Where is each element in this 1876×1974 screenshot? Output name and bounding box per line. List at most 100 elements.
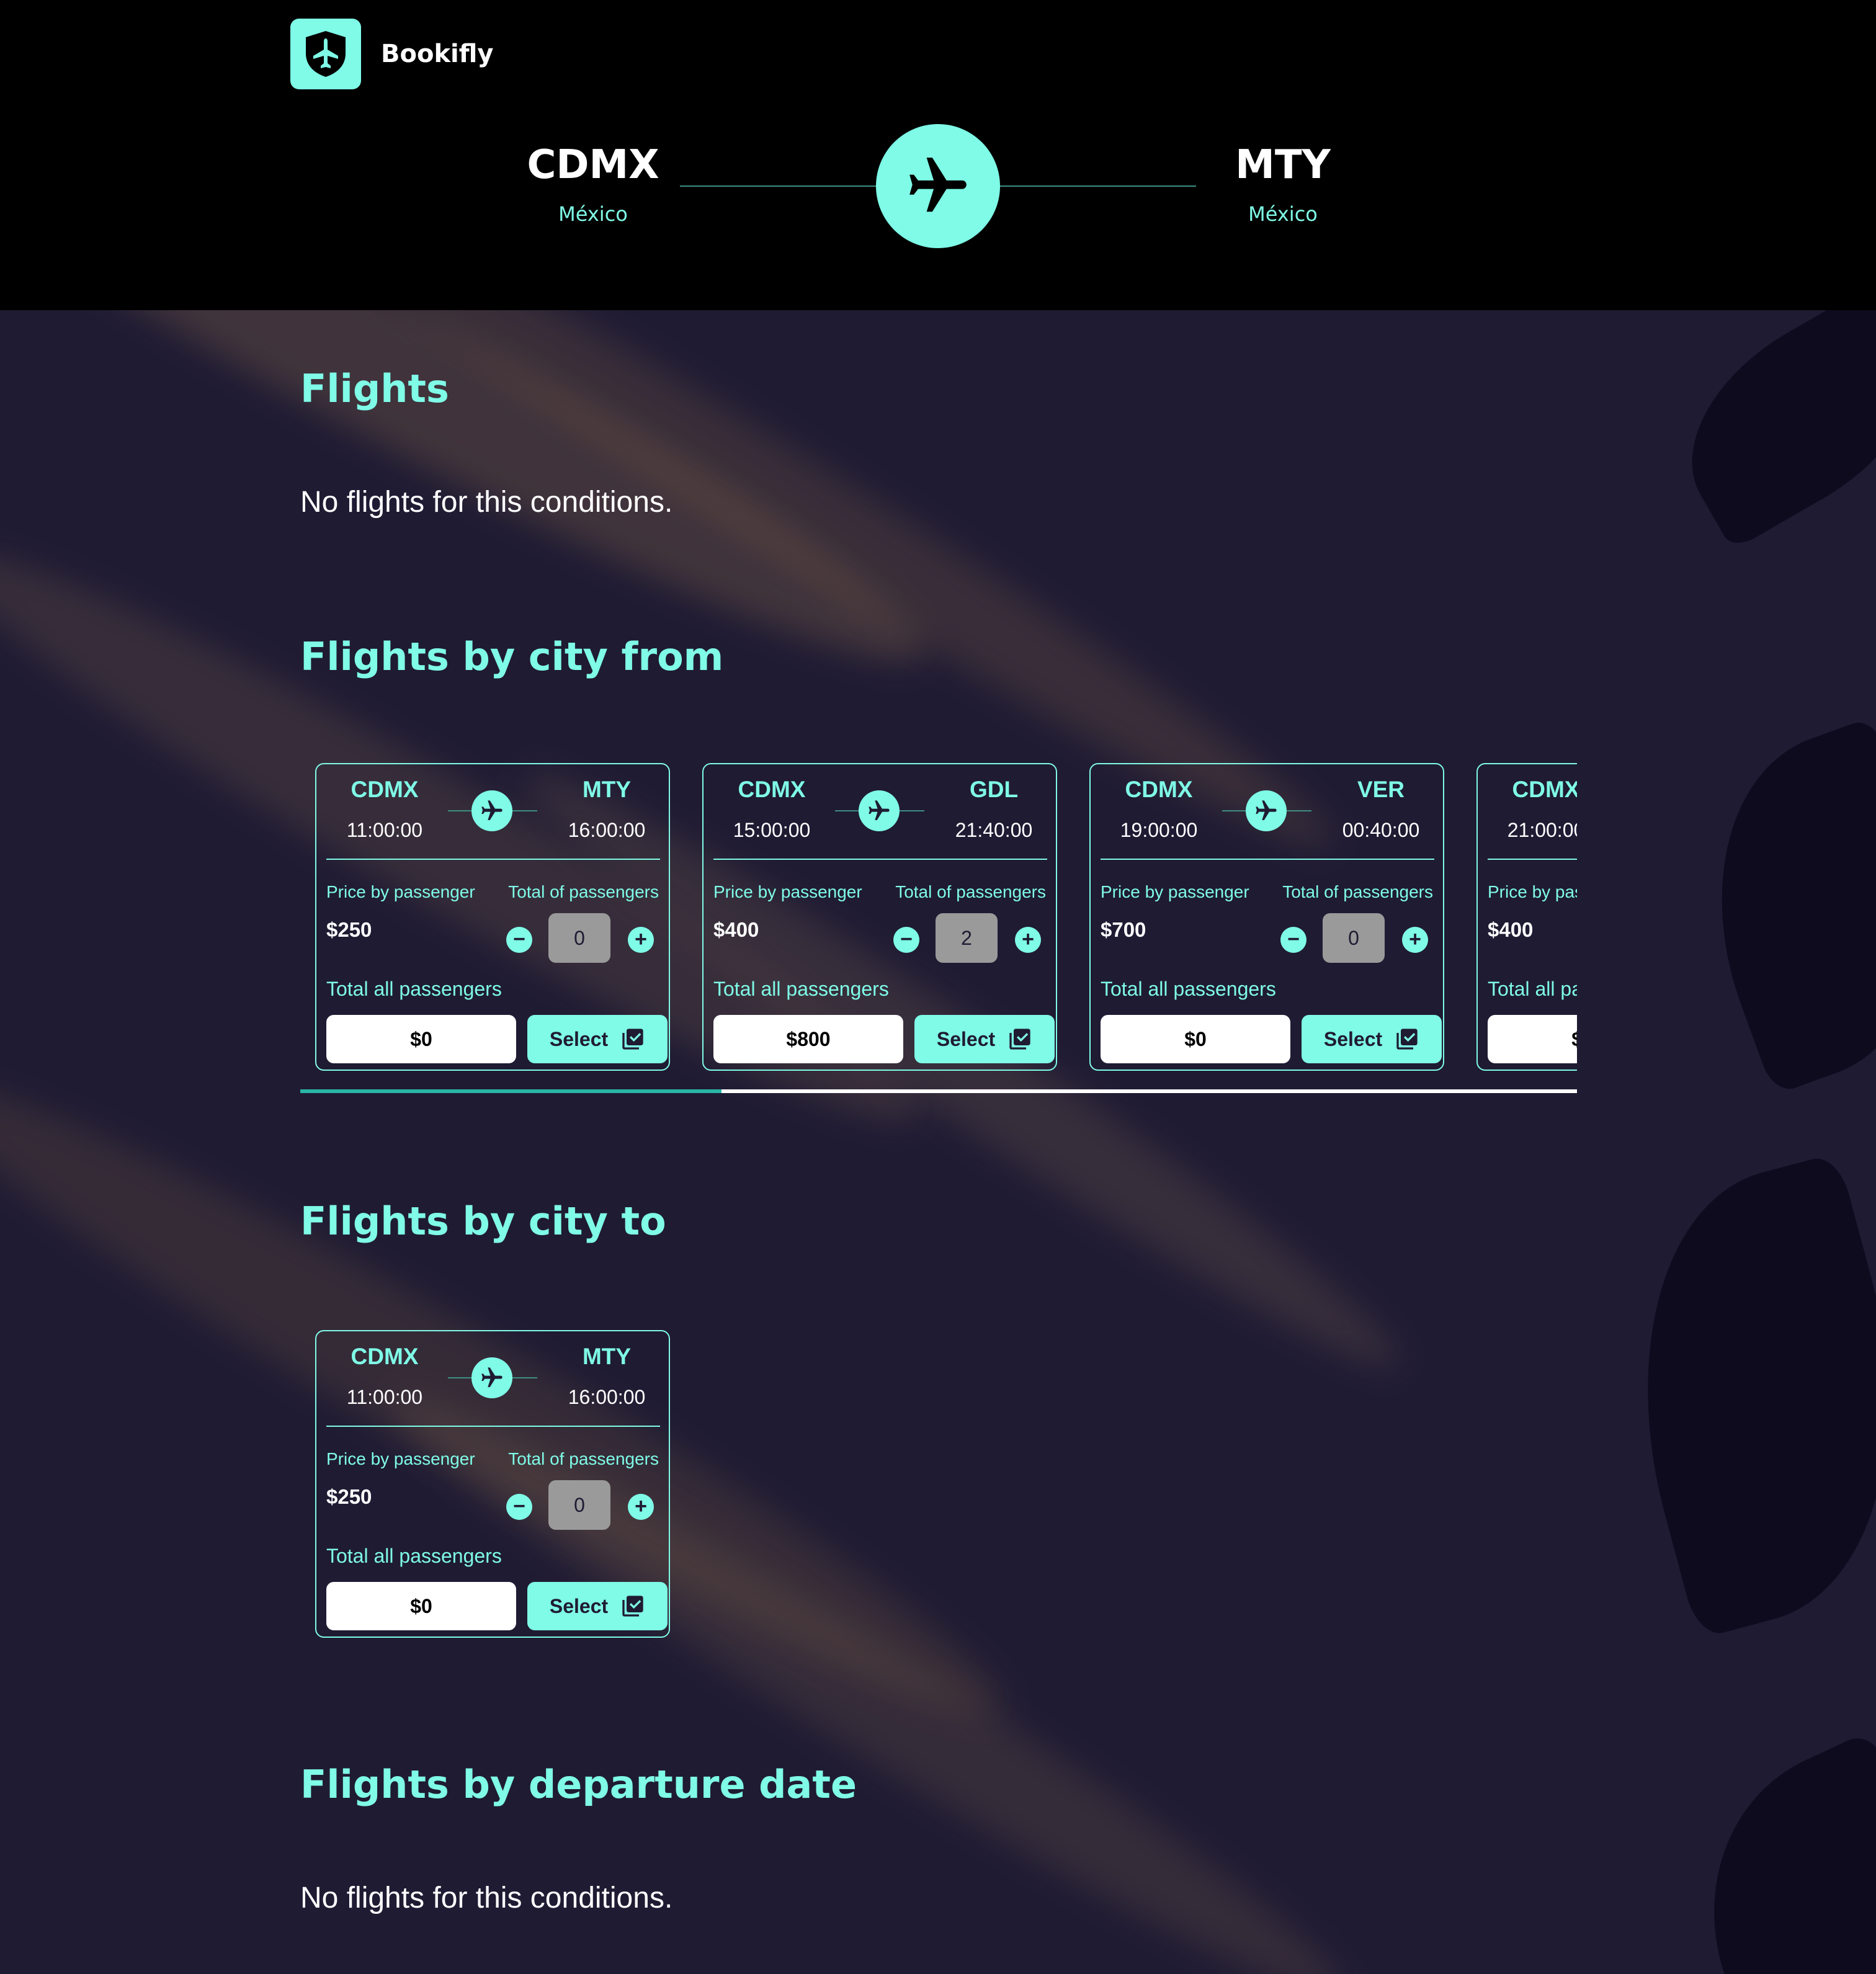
select-flight-button[interactable]: Select — [527, 1582, 668, 1630]
increase-passengers-button[interactable]: + — [1402, 927, 1428, 953]
destination-code: MTY — [1235, 142, 1331, 188]
select-flight-button[interactable]: Select — [914, 1015, 1055, 1063]
section-title-flights: Flights — [300, 366, 449, 411]
select-label: Select — [936, 1027, 996, 1050]
select-label: Select — [549, 1027, 609, 1050]
card-divider — [326, 859, 660, 860]
check-box-icon — [622, 1596, 643, 1617]
total-of-passengers-label: Total of passengers — [508, 1449, 659, 1468]
price-by-passenger-label: Price by passenger — [713, 882, 862, 901]
section-title-departure-date: Flights by departure date — [300, 1762, 857, 1807]
origin-code: CDMX — [527, 142, 659, 188]
total-all-passengers-label: Total all passengers — [326, 1545, 502, 1567]
total-all-passengers-label: Total all passengers — [1488, 978, 1577, 1000]
card-arrival-time: 00:40:00 — [1342, 819, 1420, 841]
total-of-passengers-label: Total of passengers — [1282, 882, 1433, 901]
decrease-passengers-button[interactable]: − — [893, 927, 919, 953]
plane-icon — [859, 790, 900, 831]
brand-logo[interactable]: Bookifly — [290, 19, 493, 89]
flight-card: CDMX 21:00:00 Price by passenger Total o… — [1476, 763, 1577, 1071]
route-destination: MTY México — [1190, 143, 1376, 226]
select-label: Select — [549, 1594, 609, 1617]
flight-card: CDMX MTY 11:00:00 16:00:00 Price by pass… — [315, 1330, 670, 1638]
select-flight-button[interactable]: Select — [527, 1015, 668, 1063]
price-by-passenger-value: $700 — [1101, 918, 1146, 941]
total-all-passengers-value: $800 — [713, 1015, 903, 1063]
card-origin-code: CDMX — [738, 777, 806, 802]
plane-icon — [1246, 790, 1287, 831]
section-title-city-from: Flights by city from — [300, 634, 724, 679]
price-by-passenger-label: Price by passenger — [326, 882, 475, 901]
flight-card: CDMX VER 19:00:00 00:40:00 Price by pass… — [1089, 763, 1444, 1071]
flight-carousel-city-from[interactable]: CDMX MTY 11:00:00 16:00:00 Price by pass… — [300, 763, 1577, 1076]
decrease-passengers-button[interactable]: − — [1280, 927, 1306, 953]
total-of-passengers-label: Total of passengers — [508, 882, 659, 901]
flight-card: CDMX MTY 11:00:00 16:00:00 Price by pass… — [315, 763, 670, 1071]
price-by-passenger-value: $400 — [713, 918, 759, 941]
passengers-input[interactable]: 0 — [548, 913, 610, 963]
card-destination-code: GDL — [969, 777, 1019, 802]
card-arrival-time: 16:00:00 — [568, 1386, 646, 1408]
total-all-passengers-value: $0 — [326, 1015, 516, 1063]
section-title-city-to: Flights by city to — [300, 1199, 666, 1244]
increase-passengers-button[interactable]: + — [1015, 927, 1041, 953]
total-of-passengers-label: Total of passengers — [895, 882, 1046, 901]
check-box-icon — [1396, 1029, 1418, 1050]
decrease-passengers-button[interactable]: − — [506, 1494, 532, 1520]
empty-message-flights: No flights for this conditions. — [300, 486, 673, 519]
section-flights: Flights No flights for this conditions. — [0, 310, 1876, 578]
price-by-passenger-label: Price by passenger — [326, 1449, 475, 1468]
route-origin: CDMX México — [500, 143, 686, 226]
card-divider — [1488, 859, 1577, 860]
origin-country: México — [558, 202, 628, 226]
card-departure-time: 19:00:00 — [1120, 819, 1198, 841]
check-box-icon — [622, 1029, 643, 1050]
card-departure-time: 21:00:00 — [1507, 819, 1577, 841]
carousel-scrollbar-thumb[interactable] — [300, 1089, 722, 1093]
brand-name: Bookifly — [381, 40, 494, 68]
increase-passengers-button[interactable]: + — [628, 1494, 654, 1520]
card-arrival-time: 16:00:00 — [568, 819, 646, 841]
price-by-passenger-label: Price by passenger — [1101, 882, 1249, 901]
shield-plane-icon — [290, 19, 361, 89]
select-label: Select — [1323, 1027, 1383, 1050]
check-box-icon — [1009, 1029, 1030, 1050]
price-by-passenger-value: $250 — [326, 918, 372, 941]
page: Bookifly CDMX México MTY México Flights … — [0, 0, 1876, 1974]
card-departure-time: 11:00:00 — [346, 1386, 423, 1408]
card-divider — [713, 859, 1047, 860]
destination-country: México — [1248, 202, 1318, 226]
card-origin-code: CDMX — [1512, 777, 1577, 802]
total-all-passengers-label: Total all passengers — [326, 978, 502, 1000]
increase-passengers-button[interactable]: + — [628, 927, 654, 953]
card-origin-code: CDMX — [351, 777, 419, 802]
plane-icon — [471, 790, 512, 831]
price-by-passenger-label: Price by passenger — [1488, 882, 1577, 901]
card-destination-code: MTY — [582, 777, 632, 802]
total-all-passengers-value: $0 — [1101, 1015, 1290, 1063]
empty-message-departure-date: No flights for this conditions. — [300, 1882, 673, 1914]
total-all-passengers-value: $0 — [1488, 1015, 1577, 1063]
plane-icon — [876, 124, 1000, 248]
card-destination-code: VER — [1357, 777, 1405, 802]
total-all-passengers-label: Total all passengers — [1101, 978, 1276, 1000]
header: Bookifly CDMX México MTY México — [0, 0, 1876, 310]
plane-icon — [471, 1357, 512, 1398]
card-origin-code: CDMX — [1125, 777, 1193, 802]
flight-card: CDMX GDL 15:00:00 21:40:00 Price by pass… — [702, 763, 1057, 1071]
select-flight-button[interactable]: Select — [1302, 1015, 1442, 1063]
passengers-input[interactable]: 0 — [548, 1480, 610, 1530]
carousel-scrollbar[interactable] — [300, 1089, 1577, 1093]
price-by-passenger-value: $400 — [1488, 918, 1534, 941]
card-origin-code: CDMX — [351, 1344, 419, 1369]
card-arrival-time: 21:40:00 — [955, 819, 1033, 841]
total-all-passengers-value: $0 — [326, 1582, 516, 1630]
price-by-passenger-value: $250 — [326, 1485, 372, 1508]
card-departure-time: 11:00:00 — [346, 819, 423, 841]
passengers-input[interactable]: 2 — [936, 913, 998, 963]
decrease-passengers-button[interactable]: − — [506, 927, 532, 953]
passengers-input[interactable]: 0 — [1323, 913, 1385, 963]
flight-carousel-city-to[interactable]: CDMX MTY 11:00:00 16:00:00 Price by pass… — [300, 1330, 1577, 1643]
route-line-right — [1000, 185, 1196, 187]
card-destination-code: MTY — [582, 1344, 632, 1369]
